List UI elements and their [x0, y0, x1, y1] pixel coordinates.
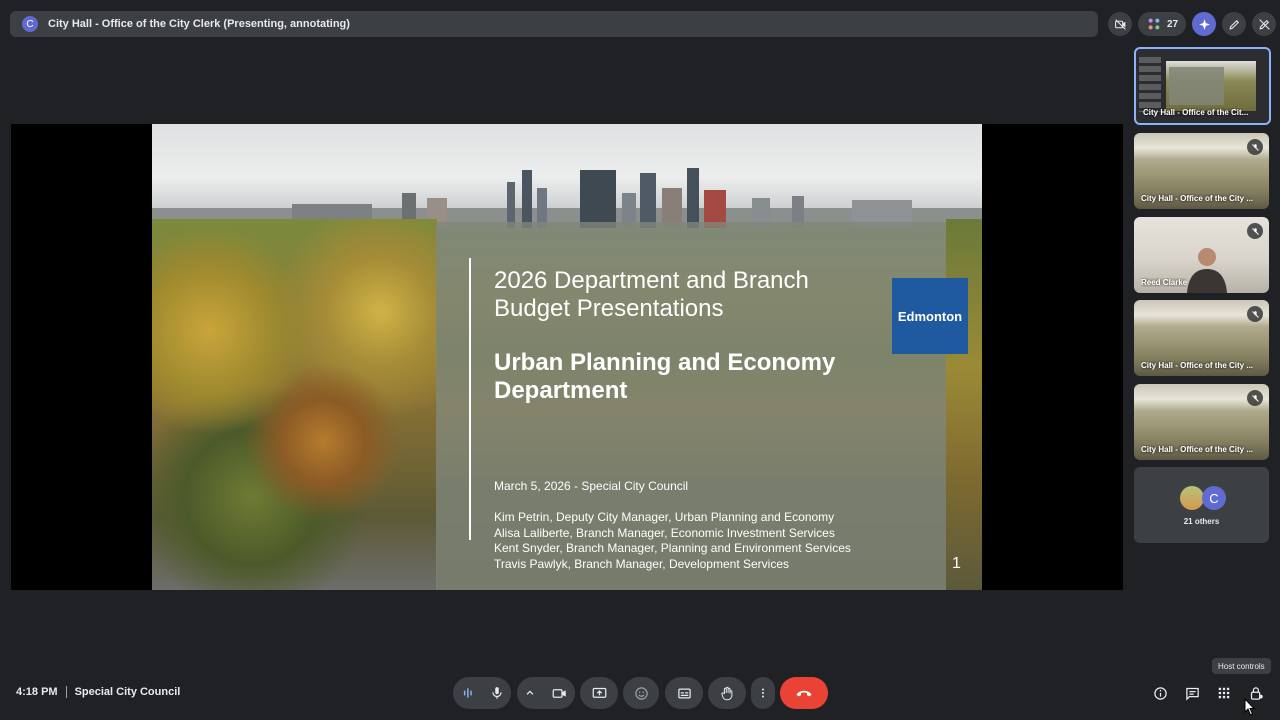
slide-subtitle-line2: Department: [494, 377, 628, 404]
slide-subtitle: Urban Planning and Economy Department: [494, 349, 874, 405]
mini-thumbnails: [1139, 57, 1161, 112]
participant-tile[interactable]: City Hall - Office of the City ...: [1134, 300, 1269, 376]
top-right-controls: 27: [1108, 11, 1277, 37]
participant-tile-presentation[interactable]: City Hall - Office of the Cit...: [1134, 47, 1271, 125]
participant-name: Reed Clarke: [1141, 278, 1188, 287]
autumn-forest-image: [152, 219, 437, 590]
participant-tile[interactable]: City Hall - Office of the City ...: [1134, 384, 1269, 460]
activities-button[interactable]: [1215, 684, 1233, 702]
hang-up-icon: [796, 690, 812, 697]
edmonton-logo: Edmonton: [892, 278, 968, 354]
stop-annotating-button[interactable]: [1252, 12, 1277, 36]
participant-name: City Hall - Office of the City ...: [1141, 445, 1254, 454]
mic-off-icon: [1247, 390, 1263, 406]
sparkle-icon: [1198, 18, 1210, 30]
slide-date: March 5, 2026 - Special City Council: [494, 479, 689, 493]
slide-presenters: Kim Petrin, Deputy City Manager, Urban P…: [494, 510, 851, 572]
meeting-info: 4:18 PM Special City Council: [16, 686, 180, 698]
chat-button[interactable]: [1183, 684, 1201, 702]
others-count-label: 21 others: [1183, 517, 1220, 526]
reactions-button[interactable]: [623, 677, 659, 709]
meeting-details-button[interactable]: [1151, 684, 1169, 702]
presenter-line: Travis Pawlyk, Branch Manager, Developme…: [494, 556, 790, 571]
annotate-button[interactable]: [1222, 12, 1247, 36]
video-off-icon: [1114, 18, 1126, 30]
mic-off-icon: [1247, 139, 1263, 155]
chevron-up-icon[interactable]: [525, 688, 535, 698]
hand-icon: [720, 686, 732, 700]
participant-count: 27: [1167, 18, 1179, 30]
pen-off-icon: [1258, 18, 1270, 30]
presenter-line: Kent Snyder, Branch Manager, Planning an…: [494, 541, 851, 555]
apps-grid-icon: [1218, 687, 1230, 699]
slide-divider: [469, 258, 471, 540]
presenter-line: Kim Petrin, Deputy City Manager, Urban P…: [494, 510, 835, 524]
camera-off-button[interactable]: [1108, 12, 1132, 36]
slide-subtitle-line1: Urban Planning and Economy: [494, 349, 836, 376]
video-camera-icon[interactable]: [552, 686, 567, 701]
more-vert-icon: [762, 688, 764, 698]
participant-name: City Hall - Office of the City ...: [1141, 194, 1254, 203]
participant-tile[interactable]: Reed Clarke: [1134, 217, 1269, 293]
mouse-cursor-icon: [1244, 698, 1256, 716]
slide-title: 2026 Department and Branch Budget Presen…: [494, 267, 854, 323]
emoji-icon: [634, 686, 648, 700]
mic-off-icon: [1247, 306, 1263, 322]
mic-off-icon: [1247, 223, 1263, 239]
present-screen-button[interactable]: [580, 677, 618, 709]
other-avatar-photo: [1180, 486, 1204, 510]
forest-right-image: [946, 219, 982, 590]
info-icon: [1153, 686, 1167, 700]
other-avatar-letter: C: [1202, 486, 1226, 510]
host-controls-tooltip: Host controls: [1212, 658, 1271, 674]
mic-control-group: [453, 677, 511, 709]
presentation-slide: 2026 Department and Branch Budget Presen…: [152, 124, 982, 590]
captions-icon: [677, 688, 691, 698]
participant-name: City Hall - Office of the Cit...: [1143, 108, 1249, 117]
participants-button[interactable]: 27: [1138, 12, 1187, 36]
captions-button[interactable]: [665, 677, 703, 709]
presenter-avatar: C: [22, 16, 38, 32]
participant-name: City Hall - Office of the City ...: [1141, 361, 1254, 370]
meeting-title-bar[interactable]: C City Hall - Office of the City Clerk (…: [10, 11, 1098, 37]
microphone-icon[interactable]: [490, 686, 504, 700]
people-icon: [1148, 18, 1160, 30]
pen-icon: [1229, 19, 1239, 30]
more-options-button[interactable]: [751, 677, 775, 709]
clock-time: 4:18 PM: [16, 686, 58, 698]
slide-page-number: 1: [952, 555, 961, 572]
slide-title-line1: 2026 Department and Branch: [494, 267, 809, 294]
camera-control-group: [517, 677, 575, 709]
mini-slide-panel: [1169, 67, 1224, 105]
leave-call-button[interactable]: [780, 677, 828, 709]
presenter-line: Alisa Laliberte, Branch Manager, Economi…: [494, 525, 835, 540]
meeting-name: Special City Council: [74, 686, 181, 698]
slide-title-line2: Budget Presentations: [494, 295, 724, 322]
gemini-button[interactable]: [1192, 12, 1217, 36]
present-icon: [592, 687, 606, 698]
raise-hand-button[interactable]: [708, 677, 746, 709]
chat-icon: [1185, 687, 1199, 701]
others-tile[interactable]: C 21 others: [1134, 467, 1269, 543]
audio-level-icon[interactable]: [461, 686, 475, 700]
divider: [65, 686, 67, 698]
participant-tile[interactable]: City Hall - Office of the City ...: [1134, 133, 1269, 209]
meeting-title: City Hall - Office of the City Clerk (Pr…: [48, 18, 350, 30]
